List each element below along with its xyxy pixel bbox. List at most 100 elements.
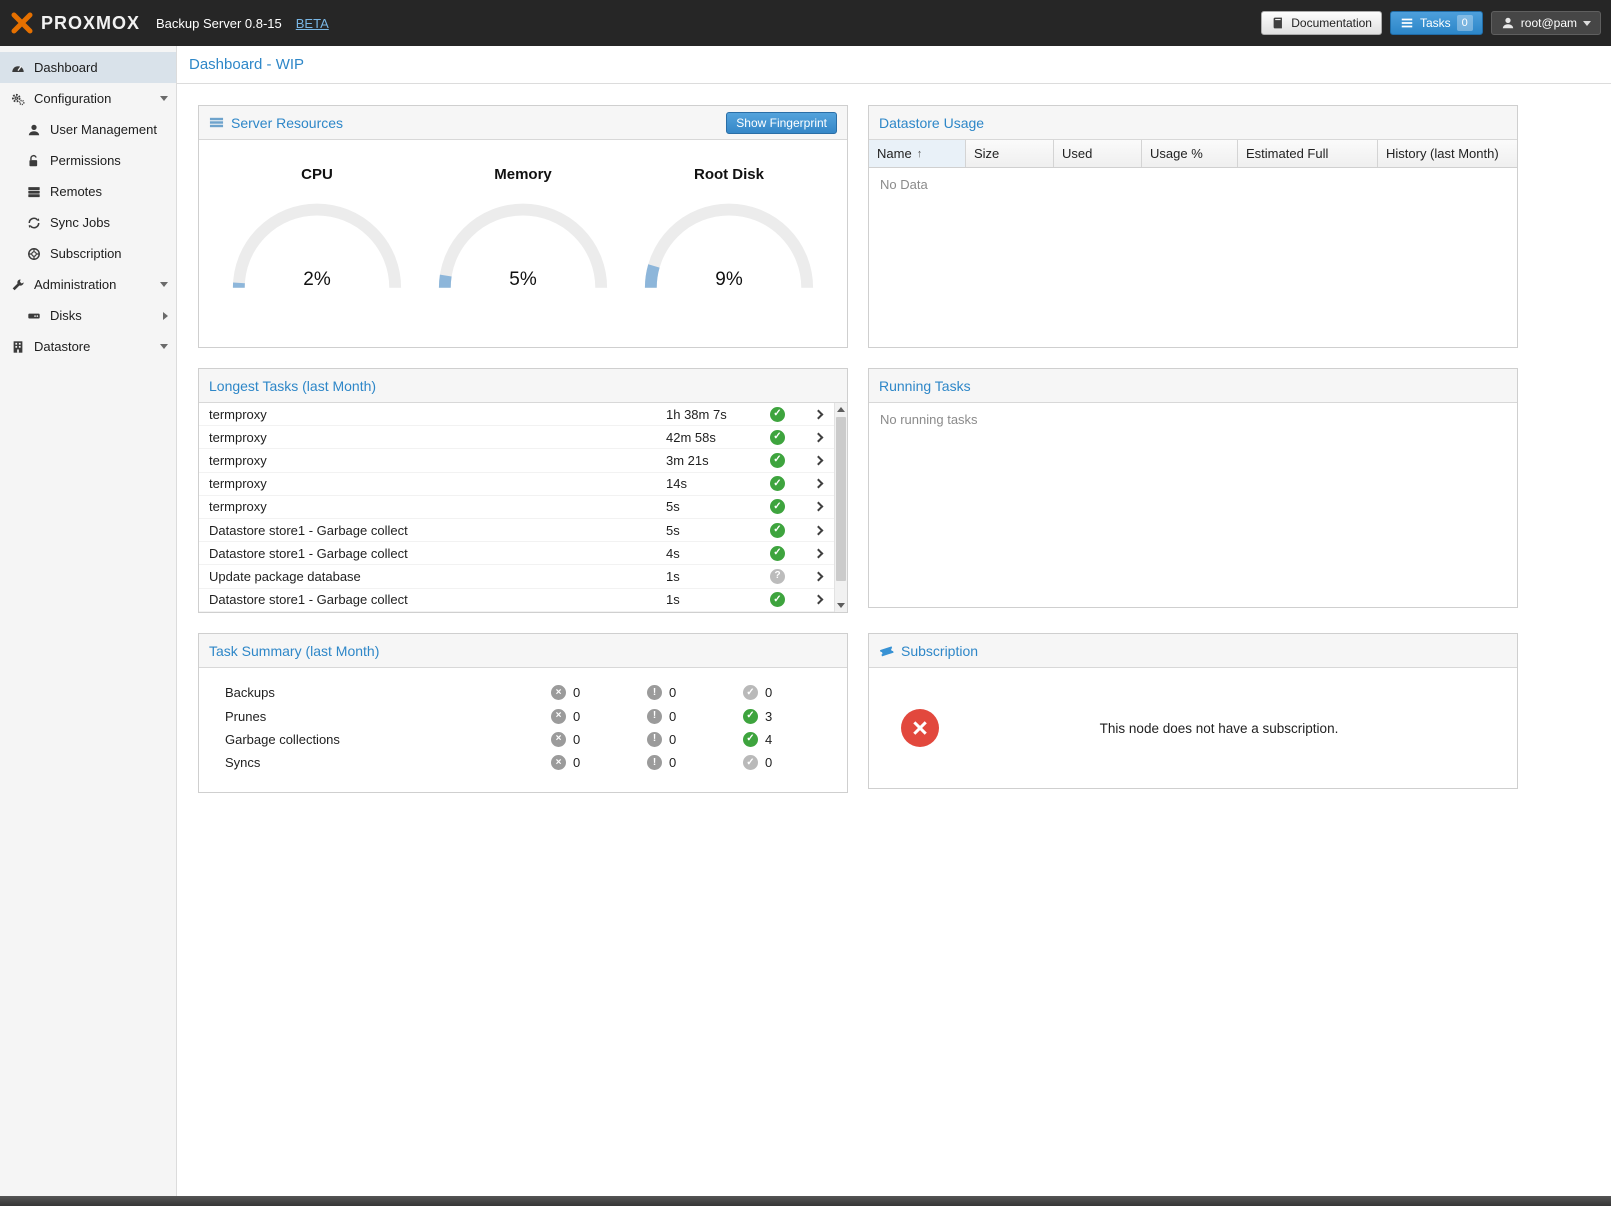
- bottom-strip: [0, 1196, 1611, 1206]
- chevron-down-icon[interactable]: [160, 344, 168, 349]
- ok-count-icon: ✓: [743, 685, 758, 700]
- sidebar-item-administration[interactable]: Administration: [0, 269, 176, 300]
- chevron-right-icon[interactable]: [806, 596, 830, 603]
- chevron-right-icon[interactable]: [806, 573, 830, 580]
- task-row[interactable]: termproxy 42m 58s ✓: [199, 426, 834, 449]
- chevron-right-icon[interactable]: [163, 312, 168, 320]
- user-menu-button[interactable]: root@pam: [1491, 11, 1601, 35]
- chevron-down-icon[interactable]: [160, 282, 168, 287]
- sidebar-item-sync-jobs[interactable]: Sync Jobs: [0, 207, 176, 238]
- gauge-label: Memory: [425, 166, 621, 183]
- sidebar-label: Subscription: [50, 246, 122, 261]
- memory-gauge: Memory 5%: [425, 166, 621, 295]
- column-header-estimated-full[interactable]: Estimated Full: [1238, 140, 1378, 167]
- chevron-right-icon[interactable]: [806, 527, 830, 534]
- page-title: Dashboard - WIP: [189, 56, 304, 73]
- tasks-label: Tasks: [1420, 16, 1451, 30]
- gauge-value: 9%: [631, 269, 827, 291]
- chevron-down-icon[interactable]: [160, 96, 168, 101]
- chevron-right-icon[interactable]: [806, 411, 830, 418]
- no-subscription-icon: ×: [901, 709, 939, 747]
- server-resources-panel: Server Resources Show Fingerprint CPU 2%: [198, 105, 848, 348]
- status-ok-icon: ✓: [770, 523, 785, 538]
- task-summary-body: Backups ×0 !0 ✓0 Prunes ×0 !0 ✓3 G: [199, 668, 847, 775]
- sidebar: Dashboard Configuration User Management: [0, 46, 177, 1196]
- datastore-usage-empty-text: No Data: [869, 168, 1517, 201]
- brand-name: PROXMOX: [41, 13, 140, 34]
- panel-title: Datastore Usage: [879, 115, 984, 131]
- chevron-right-icon[interactable]: [806, 434, 830, 441]
- scroll-up-icon[interactable]: [837, 407, 845, 412]
- unlock-icon: [27, 154, 41, 168]
- task-row[interactable]: termproxy 14s ✓: [199, 473, 834, 496]
- user-icon: [1501, 16, 1515, 30]
- beta-link[interactable]: BETA: [296, 16, 329, 31]
- book-icon: [1271, 16, 1285, 30]
- task-row[interactable]: Datastore store1 - Garbage collect 5s ✓: [199, 519, 834, 542]
- gears-icon: [11, 92, 25, 106]
- sidebar-item-remotes[interactable]: Remotes: [0, 176, 176, 207]
- cpu-gauge: CPU 2%: [219, 166, 415, 295]
- product-version: Backup Server 0.8-15: [156, 16, 282, 31]
- column-header-name[interactable]: Name ↑: [869, 140, 966, 167]
- column-header-usage-pct[interactable]: Usage %: [1142, 140, 1238, 167]
- sort-asc-icon: ↑: [917, 148, 923, 160]
- sidebar-label: Configuration: [34, 91, 111, 106]
- sidebar-label: Administration: [34, 277, 116, 292]
- task-row[interactable]: termproxy 3m 21s ✓: [199, 449, 834, 472]
- proxmox-logo: PROXMOX: [10, 11, 140, 35]
- sidebar-item-user-management[interactable]: User Management: [0, 114, 176, 145]
- error-count-icon: ×: [551, 732, 566, 747]
- task-row[interactable]: Update package database 1s ?: [199, 565, 834, 588]
- chevron-right-icon[interactable]: [806, 503, 830, 510]
- documentation-button[interactable]: Documentation: [1261, 11, 1382, 35]
- warning-count-icon: !: [647, 732, 662, 747]
- sidebar-item-disks[interactable]: Disks: [0, 300, 176, 331]
- error-count-icon: ×: [551, 755, 566, 770]
- column-header-size[interactable]: Size: [966, 140, 1054, 167]
- sidebar-item-subscription[interactable]: Subscription: [0, 238, 176, 269]
- sidebar-item-dashboard[interactable]: Dashboard: [0, 52, 176, 83]
- task-row[interactable]: Datastore store1 - Garbage collect 1s ✓: [199, 589, 834, 612]
- task-row[interactable]: Datastore store1 - Garbage collect 4s ✓: [199, 542, 834, 565]
- page-header: Dashboard - WIP: [177, 46, 1611, 84]
- topbar: PROXMOX Backup Server 0.8-15 BETA Docume…: [0, 0, 1611, 46]
- user-icon: [27, 123, 41, 137]
- tasks-button[interactable]: Tasks 0: [1390, 11, 1483, 35]
- panel-title: Running Tasks: [879, 378, 971, 394]
- scroll-down-icon[interactable]: [837, 603, 845, 608]
- panel-title: Longest Tasks (last Month): [209, 378, 376, 394]
- error-count-icon: ×: [551, 685, 566, 700]
- task-row[interactable]: termproxy 5s ✓: [199, 496, 834, 519]
- status-ok-icon: ✓: [770, 546, 785, 561]
- chevron-right-icon[interactable]: [806, 457, 830, 464]
- panel-title: Task Summary (last Month): [209, 643, 379, 659]
- summary-row-prunes: Prunes ×0 !0 ✓3: [225, 704, 837, 727]
- sidebar-label: User Management: [50, 122, 157, 137]
- subscription-header: Subscription: [869, 634, 1517, 668]
- scrollbar[interactable]: [834, 403, 847, 612]
- status-ok-icon: ✓: [770, 453, 785, 468]
- running-tasks-empty-text: No running tasks: [869, 403, 1517, 436]
- column-header-used[interactable]: Used: [1054, 140, 1142, 167]
- sidebar-item-permissions[interactable]: Permissions: [0, 145, 176, 176]
- gauge-value: 5%: [425, 269, 621, 291]
- building-icon: [11, 340, 25, 354]
- column-header-history[interactable]: History (last Month): [1378, 140, 1517, 167]
- panel-title: Server Resources: [231, 115, 343, 131]
- sidebar-label: Remotes: [50, 184, 102, 199]
- chevron-right-icon[interactable]: [806, 480, 830, 487]
- task-summary-header: Task Summary (last Month): [199, 634, 847, 668]
- server-stack-icon: [27, 185, 41, 199]
- server-resources-header: Server Resources Show Fingerprint: [199, 106, 847, 140]
- task-row[interactable]: termproxy 1h 38m 7s ✓: [199, 403, 834, 426]
- main-content: Dashboard - WIP Server Resources Show Fi…: [177, 46, 1611, 1196]
- scrollbar-thumb[interactable]: [836, 417, 846, 581]
- sidebar-item-datastore[interactable]: Datastore: [0, 331, 176, 362]
- chevron-right-icon[interactable]: [806, 550, 830, 557]
- sidebar-label: Sync Jobs: [50, 215, 110, 230]
- sidebar-label: Permissions: [50, 153, 121, 168]
- show-fingerprint-button[interactable]: Show Fingerprint: [726, 112, 837, 134]
- sidebar-item-configuration[interactable]: Configuration: [0, 83, 176, 114]
- ok-count-icon: ✓: [743, 709, 758, 724]
